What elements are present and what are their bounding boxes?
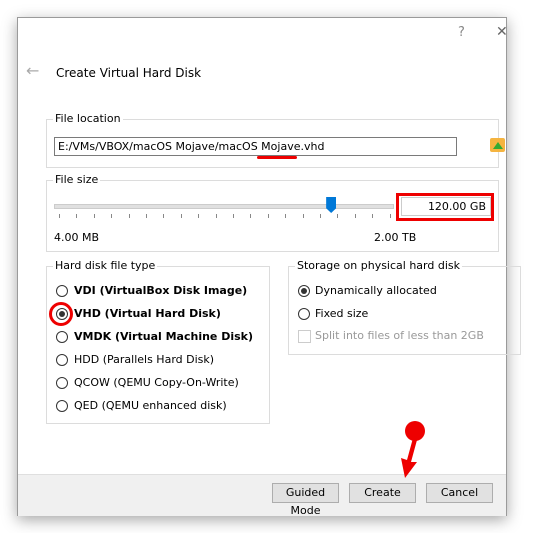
slider-tick — [76, 214, 78, 218]
disk-type-label: Hard disk file type — [53, 259, 158, 272]
disk-type-option-label: QED (QEMU enhanced disk) — [74, 399, 227, 412]
slider-tick — [372, 214, 374, 218]
slider-tick — [198, 214, 200, 218]
page-title: Create Virtual Hard Disk — [56, 66, 202, 80]
file-size-label: File size — [53, 173, 101, 186]
disk-type-option-label: VDI (VirtualBox Disk Image) — [74, 284, 248, 297]
slider-tick — [233, 214, 234, 218]
slider-tick — [111, 214, 113, 218]
file-location-input[interactable]: E:/VMs/VBOX/macOS Mojave/macOS Mojave.vh… — [54, 137, 457, 156]
slider-max-label: 2.00 TB — [374, 231, 417, 244]
slider-tick — [93, 214, 95, 218]
slider-thumb[interactable] — [326, 197, 337, 213]
disk-type-radio[interactable] — [56, 331, 68, 343]
help-button[interactable]: ? — [458, 25, 465, 40]
storage-radio[interactable] — [298, 308, 310, 320]
slider-tick — [389, 214, 391, 218]
annotation-box — [396, 193, 494, 221]
folder-browse-icon[interactable] — [490, 138, 505, 152]
annotation-pointer-icon — [401, 421, 425, 478]
file-location-label: File location — [53, 112, 123, 125]
back-arrow-icon[interactable]: ← — [26, 61, 39, 80]
file-size-slider[interactable] — [54, 197, 394, 221]
create-virtual-hard-disk-dialog: ? ✕ ← Create Virtual Hard Disk File loca… — [17, 17, 521, 517]
slider-min-label: 4.00 MB — [54, 231, 100, 244]
annotation-circle — [49, 302, 73, 326]
disk-type-radio[interactable] — [56, 354, 68, 366]
file-location-group: File location E:/VMs/VBOX/macOS Mojave/m… — [46, 112, 505, 168]
storage-option-label: Fixed size — [315, 307, 369, 320]
slider-tick — [180, 214, 182, 218]
slider-tick — [250, 214, 252, 218]
slider-tick — [163, 214, 165, 218]
slider-tick — [337, 214, 339, 218]
storage-label: Storage on physical hard disk — [295, 259, 462, 272]
slider-tick — [215, 214, 217, 218]
disk-type-option-label: QCOW (QEMU Copy-On-Write) — [74, 376, 239, 389]
disk-type-group: Hard disk file type VDI (VirtualBox Disk… — [46, 259, 270, 424]
slider-tick — [285, 214, 287, 218]
disk-type-option-label: HDD (Parallels Hard Disk) — [74, 353, 215, 366]
storage-option-label: Dynamically allocated — [315, 284, 437, 297]
split-checkbox[interactable] — [298, 330, 311, 343]
slider-tick — [320, 214, 321, 218]
guided-mode-button[interactable]: Guided Mode — [272, 483, 339, 517]
annotation-underline — [257, 156, 297, 159]
slider-tick — [146, 214, 147, 218]
slider-tick — [302, 214, 304, 218]
file-size-group: File size 120.00 GB 4.00 MB 2.00 TB — [46, 173, 499, 252]
slider-tick — [128, 214, 130, 218]
slider-tick — [267, 214, 269, 218]
disk-type-radio[interactable] — [56, 400, 68, 412]
cancel-button[interactable]: Cancel — [426, 483, 493, 503]
close-button[interactable]: ✕ — [496, 24, 508, 40]
slider-tick — [354, 214, 356, 218]
disk-type-option-label: VMDK (Virtual Machine Disk) — [74, 330, 254, 343]
storage-radio[interactable] — [298, 285, 310, 297]
split-label: Split into files of less than 2GB — [315, 329, 484, 342]
create-button[interactable]: Create — [349, 483, 416, 503]
disk-type-option-label: VHD (Virtual Hard Disk) — [74, 307, 221, 320]
disk-type-radio[interactable] — [56, 377, 68, 389]
storage-group: Storage on physical hard disk Dynamicall… — [288, 259, 521, 355]
slider-tick — [59, 214, 60, 218]
disk-type-radio[interactable] — [56, 285, 68, 297]
